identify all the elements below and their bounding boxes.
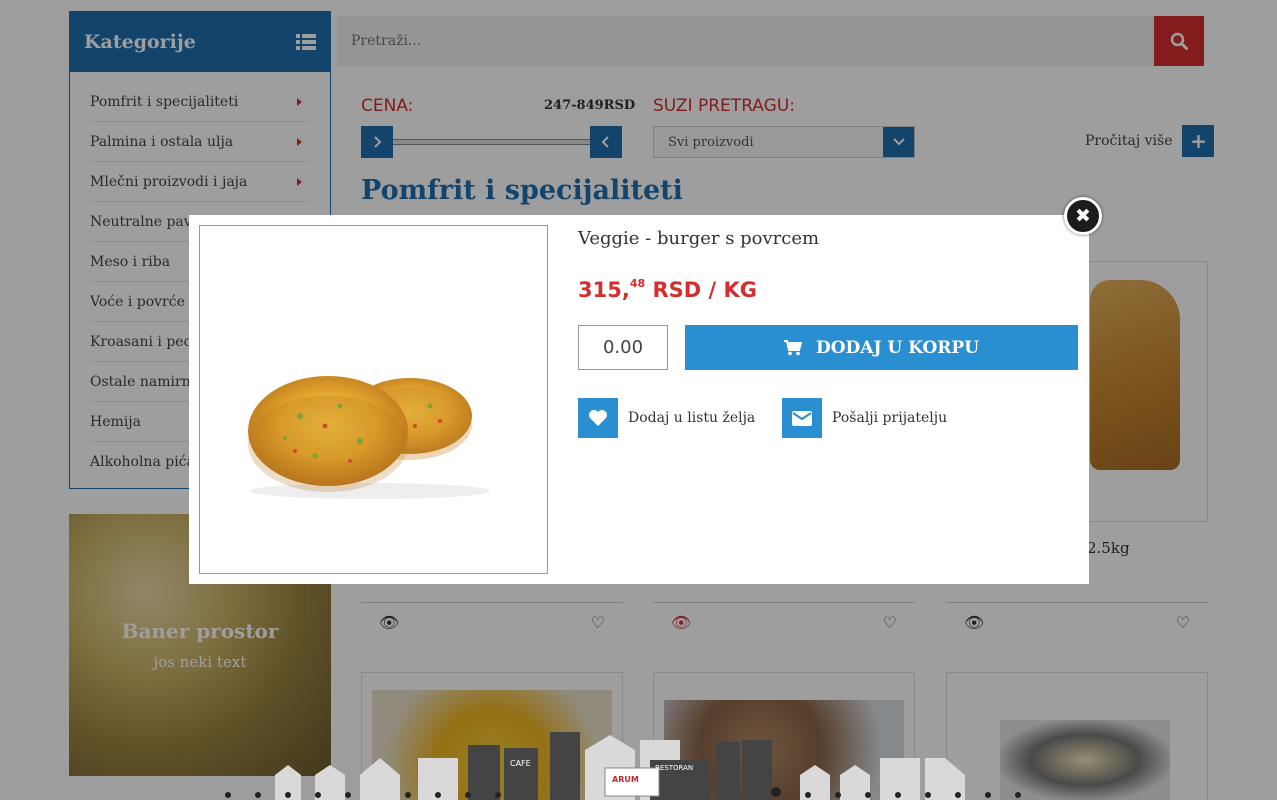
quick-view-modal: Veggie - burger s povrcem 315,48 RSD / K…: [189, 215, 1089, 584]
quantity-input[interactable]: [578, 325, 668, 370]
wishlist-link[interactable]: Dodaj u listu želja: [578, 398, 755, 438]
city-label: RESTORAN: [655, 764, 693, 772]
price-main: 315,: [578, 278, 630, 302]
add-to-cart-button[interactable]: DODAJ U KORPU: [685, 325, 1078, 370]
price-unit: RSD / KG: [645, 278, 757, 302]
city-label: CAFE: [510, 759, 531, 768]
add-to-cart-label: DODAJ U KORPU: [815, 337, 980, 358]
city-skyline-graphic: CAFE ARUM RESTORAN: [225, 732, 1021, 800]
product-image-frame: [199, 225, 548, 574]
close-icon[interactable]: ✖: [1064, 197, 1102, 235]
veggie-burger-image: [248, 376, 490, 499]
send-to-friend-label: Pošalji prijatelju: [832, 410, 948, 426]
send-to-friend-link[interactable]: Pošalji prijatelju: [782, 398, 947, 438]
price-decimals: 48: [629, 277, 646, 290]
product-title: Veggie - burger s povrcem: [578, 228, 820, 249]
heart-icon[interactable]: [578, 398, 618, 438]
wishlist-label: Dodaj u listu želja: [628, 410, 756, 426]
product-price: 315,48 RSD / KG: [578, 277, 757, 302]
cart-icon: [783, 339, 802, 355]
city-label: ARUM: [612, 775, 639, 784]
envelope-icon[interactable]: [782, 398, 822, 438]
